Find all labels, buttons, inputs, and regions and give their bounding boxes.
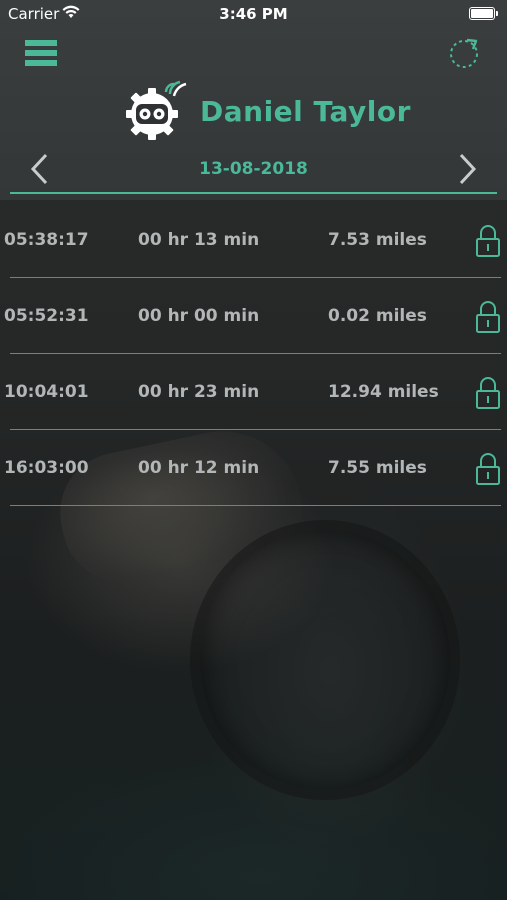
- trip-duration: 00 hr 12 min: [138, 458, 260, 478]
- trip-start-time: 16:03:00: [4, 458, 89, 478]
- chevron-right-icon[interactable]: [455, 152, 479, 186]
- header: Carrier 3:46 PM Daniel Taylor 13-08-2018: [0, 0, 507, 200]
- trip-distance: 12.94 miles: [328, 382, 439, 402]
- trip-start-time: 05:52:31: [4, 306, 89, 326]
- hamburger-menu-icon: [25, 40, 57, 46]
- date-navigator: 13-08-2018: [10, 150, 497, 194]
- date-label[interactable]: 13-08-2018: [10, 159, 497, 179]
- trip-distance: 0.02 miles: [328, 306, 427, 326]
- lock-icon[interactable]: [475, 224, 501, 258]
- trip-list: 05:38:17 00 hr 13 min 7.53 miles 05:52:3…: [0, 202, 507, 506]
- trip-distance: 7.55 miles: [328, 458, 427, 478]
- brand: Daniel Taylor: [122, 78, 411, 144]
- trip-row[interactable]: 10:04:01 00 hr 23 min 12.94 miles: [0, 354, 507, 430]
- refresh-icon[interactable]: [447, 36, 481, 70]
- status-time: 3:46 PM: [219, 5, 288, 23]
- status-bar: Carrier 3:46 PM: [0, 0, 507, 28]
- menu-button[interactable]: [25, 40, 57, 66]
- lock-icon[interactable]: [475, 376, 501, 410]
- lock-icon[interactable]: [475, 300, 501, 334]
- lock-icon[interactable]: [475, 452, 501, 486]
- trip-start-time: 10:04:01: [4, 382, 89, 402]
- background-steering-wheel: [190, 520, 460, 800]
- trip-start-time: 05:38:17: [4, 230, 89, 250]
- battery-icon: [469, 7, 498, 20]
- trip-duration: 00 hr 00 min: [138, 306, 260, 326]
- trip-row[interactable]: 05:38:17 00 hr 13 min 7.53 miles: [0, 202, 507, 278]
- trip-duration: 00 hr 23 min: [138, 382, 260, 402]
- trip-distance: 7.53 miles: [328, 230, 427, 250]
- gear-robot-logo-icon: [126, 80, 187, 140]
- trip-row[interactable]: 16:03:00 00 hr 12 min 7.55 miles: [0, 430, 507, 506]
- trip-duration: 00 hr 13 min: [138, 230, 260, 250]
- trip-row[interactable]: 05:52:31 00 hr 00 min 0.02 miles: [0, 278, 507, 354]
- user-name: Daniel Taylor: [200, 94, 411, 128]
